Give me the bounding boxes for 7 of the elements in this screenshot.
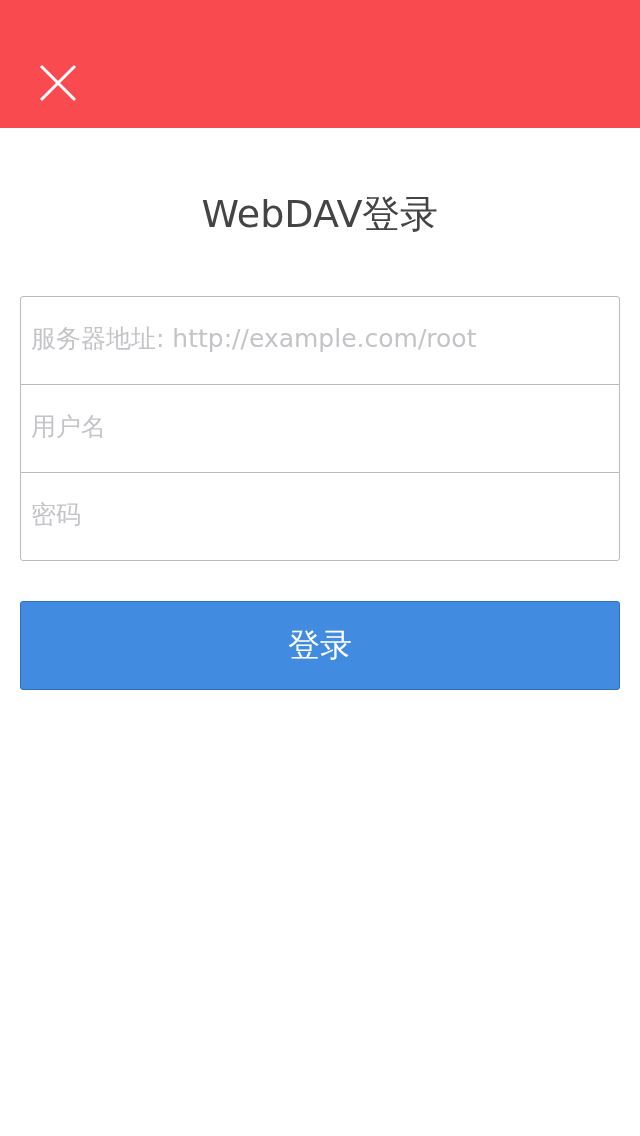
close-button[interactable] (39, 64, 77, 102)
page-title: WebDAV登录 (200, 191, 440, 238)
login-button[interactable]: 登录 (20, 601, 620, 690)
input-field[interactable]: 密码 (20, 472, 620, 561)
close-icon (39, 64, 77, 102)
input-field[interactable]: 服务器地址: http://example.com/root (20, 296, 620, 385)
input-field[interactable]: 用户名 (20, 384, 620, 473)
